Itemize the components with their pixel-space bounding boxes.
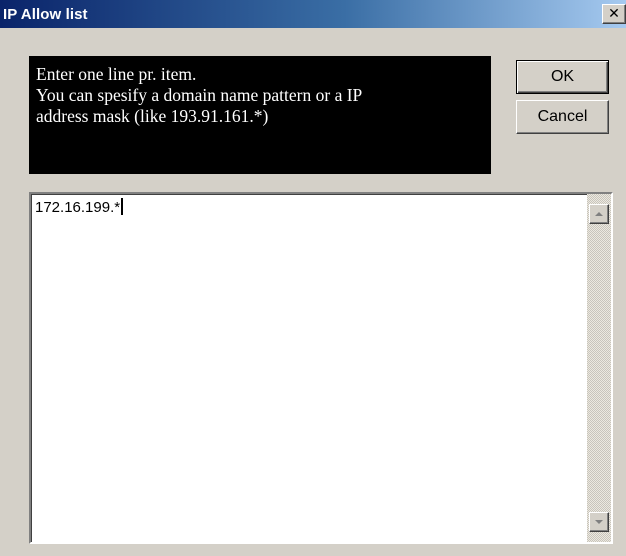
ip-list-textarea[interactable]: 172.16.199.* [29, 192, 613, 544]
instructions-panel: Enter one line pr. item. You can spesify… [29, 56, 491, 174]
scroll-up-button[interactable] [589, 204, 609, 224]
ok-button[interactable]: OK [516, 60, 609, 94]
title-bar[interactable]: IP Allow list ✕ [0, 0, 626, 28]
instruction-line: Enter one line pr. item. [36, 64, 197, 84]
instruction-line: You can spesify a domain name pattern or… [36, 85, 363, 105]
ip-entry: 172.16.199.* [35, 199, 121, 216]
ip-allow-list-dialog: IP Allow list ✕ Enter one line pr. item.… [0, 0, 626, 556]
arrow-down-icon [595, 520, 603, 524]
text-caret [121, 198, 124, 215]
window-title: IP Allow list [3, 5, 88, 23]
cancel-button[interactable]: Cancel [516, 100, 609, 134]
arrow-up-icon [595, 212, 603, 216]
close-button[interactable]: ✕ [602, 4, 626, 24]
instruction-line: address mask (like 193.91.161.*) [36, 106, 269, 126]
close-icon: ✕ [608, 6, 620, 22]
scroll-down-button[interactable] [589, 512, 609, 532]
ip-list-text: 172.16.199.* [35, 198, 124, 217]
vertical-scrollbar[interactable] [587, 194, 611, 542]
